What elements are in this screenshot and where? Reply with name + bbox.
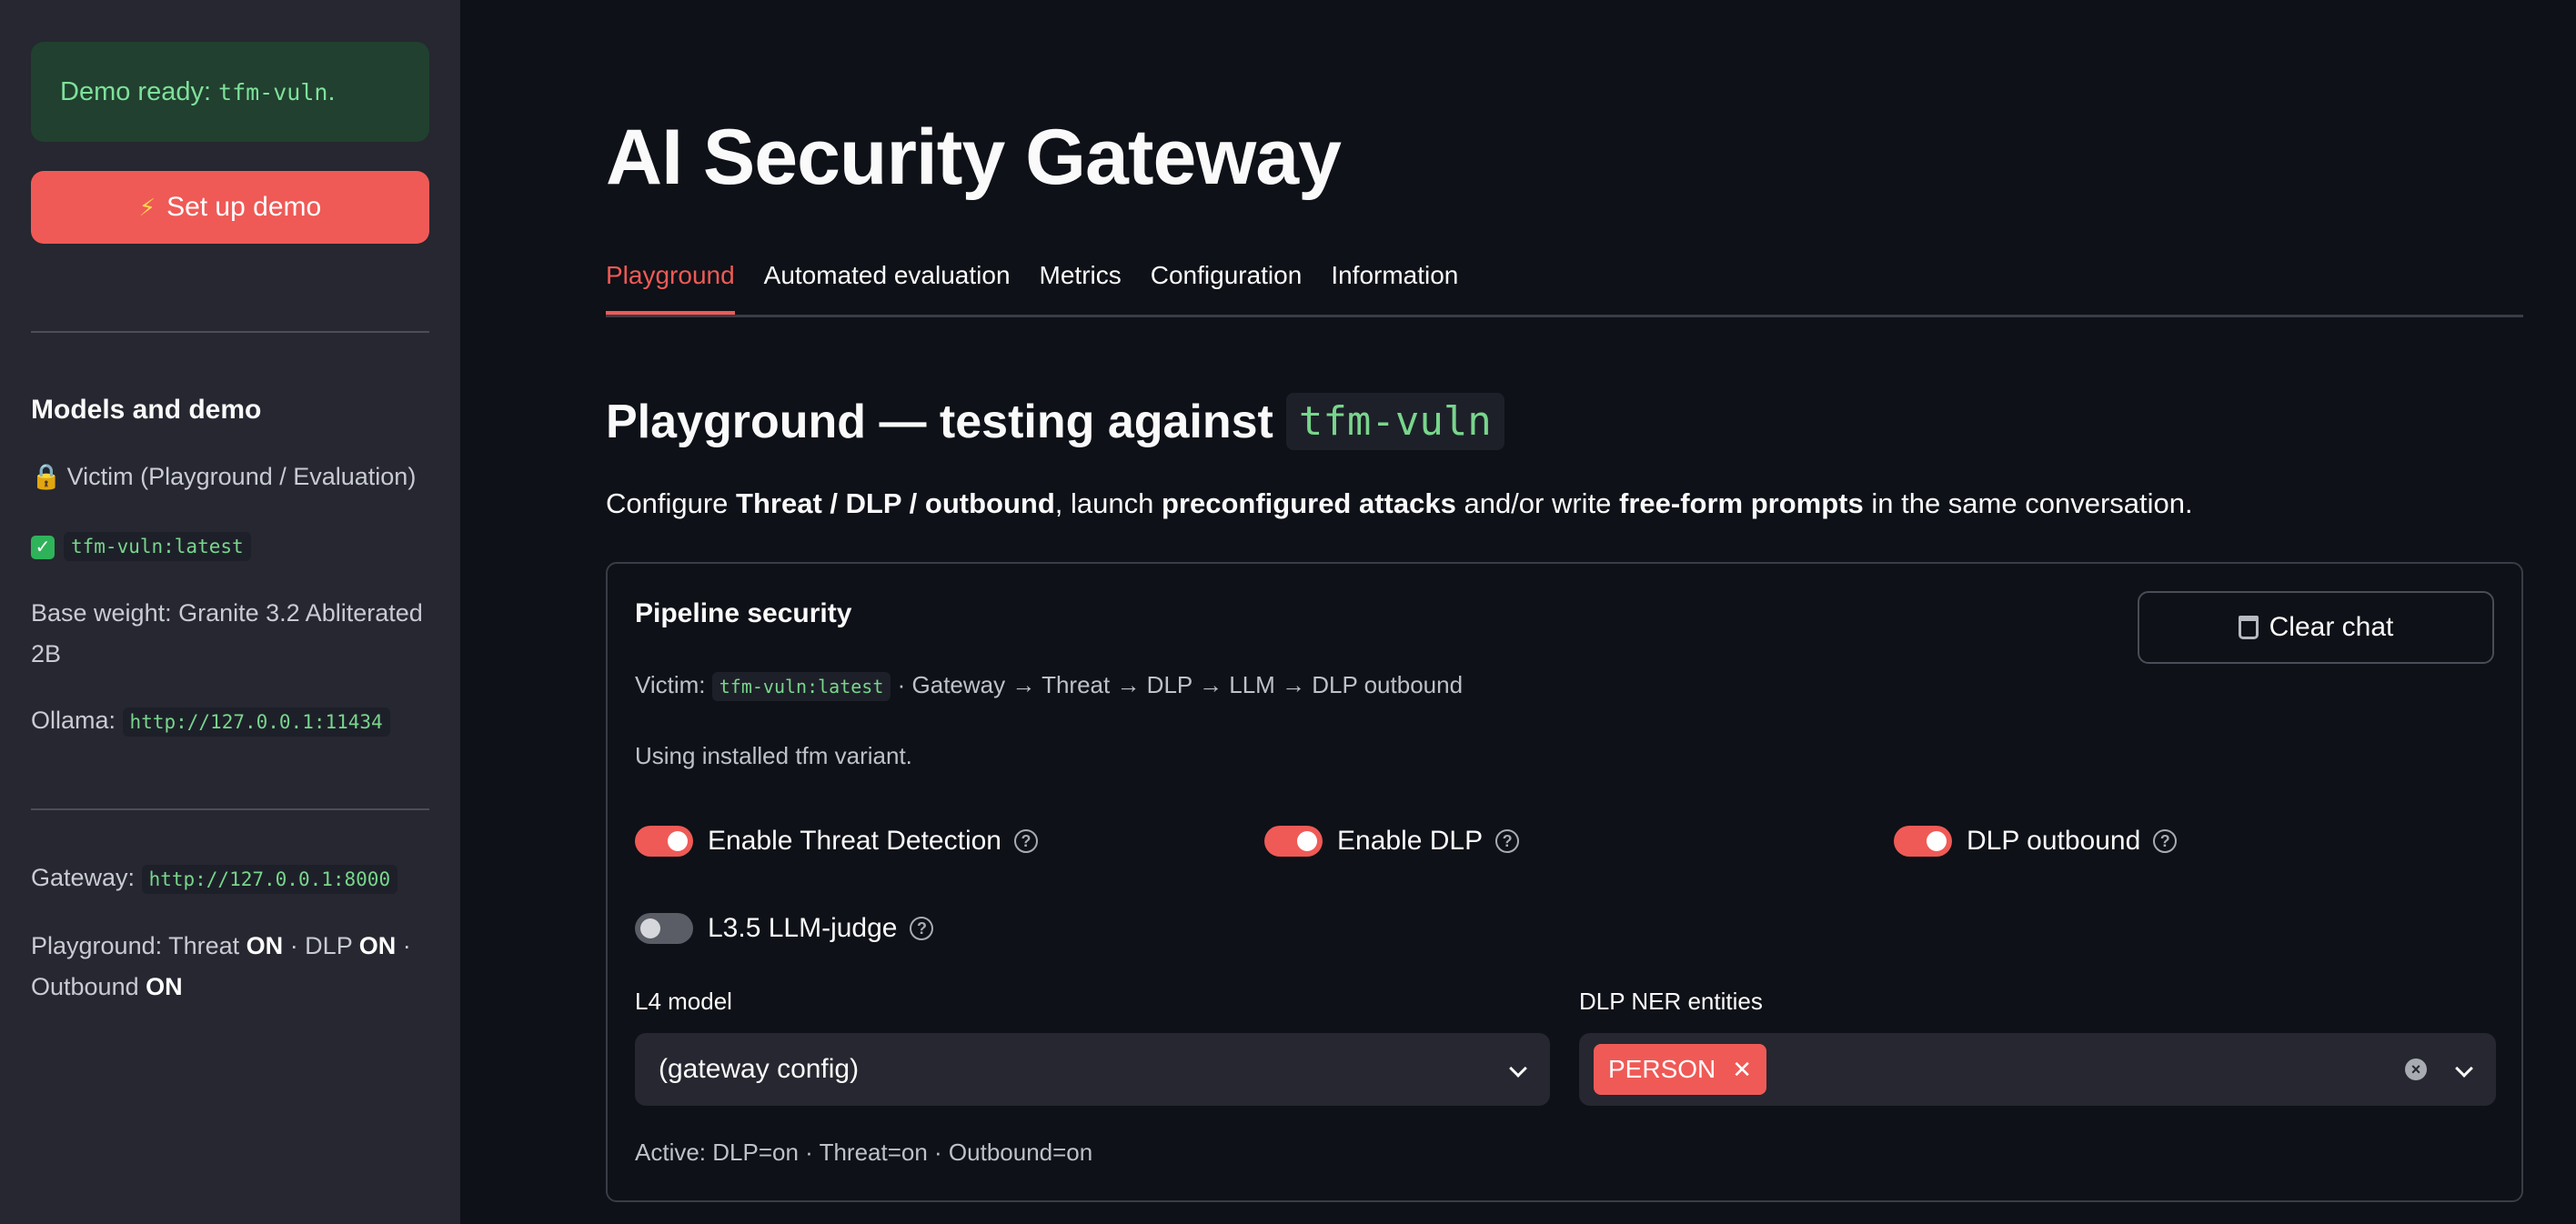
active-status-line: Active: DLP=on · Threat=on · Outbound=on xyxy=(635,1139,1093,1166)
tab-configuration[interactable]: Configuration xyxy=(1151,256,1303,315)
playground-status: Playground: Threat ON · DLP ON · Outboun… xyxy=(31,926,429,1008)
intro-text-3: and/or write xyxy=(1455,487,1620,519)
tab-automated-evaluation[interactable]: Automated evaluation xyxy=(764,256,1011,315)
intro-text-1: Configure xyxy=(606,487,737,519)
judge-toggle-label: L3.5 LLM-judge xyxy=(708,913,898,943)
intro-bold-3: free-form prompts xyxy=(1619,487,1864,519)
tab-playground[interactable]: Playground xyxy=(606,256,735,315)
victim-label: Victim: xyxy=(635,671,706,698)
gateway-label: Gateway: xyxy=(31,864,136,891)
threat-toggle-label: Enable Threat Detection xyxy=(708,826,1001,856)
toggle-knob xyxy=(640,918,660,938)
threat-detection-toggle[interactable] xyxy=(635,826,693,857)
help-icon[interactable]: ? xyxy=(1013,829,1038,853)
status-prefix: Playground: Threat xyxy=(31,932,240,959)
toggle-knob xyxy=(668,831,688,851)
clear-all-icon[interactable]: × xyxy=(2405,1058,2427,1080)
threat-toggle-row: Enable Threat Detection ? xyxy=(635,826,1038,857)
lightning-icon: ⚡ xyxy=(138,193,156,221)
sidebar: Demo ready: tfm-vuln . ⚡ Set up demo Mod… xyxy=(0,0,460,1224)
outbound-toggle-row: DLP outbound ? xyxy=(1894,826,2178,857)
chevron-down-icon[interactable] xyxy=(2455,1059,2473,1078)
ollama-url: http://127.0.0.1:11434 xyxy=(122,707,390,737)
playground-title-code: tfm-vuln xyxy=(1285,393,1504,450)
intro-bold-2: preconfigured attacks xyxy=(1161,487,1456,519)
playground-title: Playground — testing against tfm-vuln xyxy=(606,393,1504,450)
help-icon[interactable]: ? xyxy=(910,917,934,940)
card-heading: Pipeline security xyxy=(635,598,852,628)
victim-pipeline-line: Victim: tfm-vuln:latest · Gateway → Thre… xyxy=(635,671,1464,701)
ner-entities-multiselect[interactable]: PERSON ✕ × xyxy=(1579,1033,2496,1106)
dlp-outbound-toggle[interactable] xyxy=(1894,826,1952,857)
pipeline-security-card: Pipeline security Clear chat Victim: tfm… xyxy=(606,562,2523,1202)
tab-metrics[interactable]: Metrics xyxy=(1040,256,1122,315)
pipeline-text: · Gateway → Threat → DLP → LLM → DLP out… xyxy=(897,671,1464,698)
l4-model-select[interactable]: (gateway config) xyxy=(635,1033,1550,1106)
playground-title-text: Playground — testing against xyxy=(606,395,1273,448)
toggle-knob xyxy=(1927,831,1947,851)
setup-demo-button[interactable]: ⚡ Set up demo xyxy=(31,171,429,244)
gateway-url: http://127.0.0.1:8000 xyxy=(141,865,398,894)
setup-demo-label: Set up demo xyxy=(166,192,322,222)
sidebar-divider-2 xyxy=(31,808,429,810)
outbound-toggle-label: DLP outbound xyxy=(1967,826,2141,856)
intro-bold-1: Threat / DLP / outbound xyxy=(736,487,1055,519)
l4-model-label: L4 model xyxy=(635,988,732,1015)
victim-code: tfm-vuln:latest xyxy=(711,672,891,701)
dlp-toggle-row: Enable DLP ? xyxy=(1264,826,1520,857)
ollama-row: Ollama: http://127.0.0.1:11434 xyxy=(31,700,429,743)
gateway-row: Gateway: http://127.0.0.1:8000 xyxy=(31,858,429,900)
status-dlp-label: · DLP xyxy=(289,932,353,959)
status-outbound: ON xyxy=(146,973,183,1000)
using-variant-text: Using installed tfm variant. xyxy=(635,742,912,769)
status-threat: ON xyxy=(246,932,284,959)
sidebar-divider xyxy=(31,331,429,333)
victim-model-code: tfm-vuln:latest xyxy=(64,532,251,561)
entity-chip: PERSON ✕ xyxy=(1594,1044,1767,1095)
status-dlp: ON xyxy=(358,932,397,959)
sidebar-section-title: Models and demo xyxy=(31,395,262,425)
lock-icon: 🔒 xyxy=(31,463,62,490)
victim-heading: 🔒 Victim (Playground / Evaluation) xyxy=(31,456,429,497)
tab-bar: Playground Automated evaluation Metrics … xyxy=(606,256,2523,317)
remove-chip-icon[interactable]: ✕ xyxy=(1732,1056,1752,1084)
tab-information[interactable]: Information xyxy=(1331,256,1458,315)
demo-ready-suffix: . xyxy=(327,76,336,106)
demo-ready-text: Demo ready: xyxy=(60,76,212,106)
dlp-toggle[interactable] xyxy=(1264,826,1323,857)
app-title: AI Security Gateway xyxy=(606,114,1342,201)
ollama-label: Ollama: xyxy=(31,707,116,734)
status-separator: · xyxy=(402,932,411,959)
help-icon[interactable]: ? xyxy=(2153,829,2178,853)
base-weight-text: Base weight: Granite 3.2 Abliterated 2B xyxy=(31,599,423,667)
entity-chip-label: PERSON xyxy=(1608,1055,1716,1083)
ner-entities-label: DLP NER entities xyxy=(1579,988,1763,1015)
dlp-toggle-label: Enable DLP xyxy=(1337,826,1484,856)
demo-ready-code: tfm-vuln xyxy=(218,78,328,105)
demo-ready-alert: Demo ready: tfm-vuln . xyxy=(31,42,429,142)
check-icon: ✓ xyxy=(31,536,55,559)
status-outbound-label: Outbound xyxy=(31,973,139,1000)
toggle-knob xyxy=(1297,831,1317,851)
trash-icon xyxy=(2238,616,2259,639)
victim-heading-label: Victim (Playground / Evaluation) xyxy=(66,463,417,490)
judge-toggle-row: L3.5 LLM-judge ? xyxy=(635,913,934,944)
victim-model-row: ✓ tfm-vuln:latest xyxy=(31,525,429,567)
help-icon[interactable]: ? xyxy=(1495,829,1520,853)
clear-chat-label: Clear chat xyxy=(2269,612,2394,642)
playground-intro: Configure Threat / DLP / outbound, launc… xyxy=(606,487,2193,520)
intro-text-4: in the same conversation. xyxy=(1863,487,2193,519)
l4-model-value: (gateway config) xyxy=(659,1054,860,1084)
clear-chat-button[interactable]: Clear chat xyxy=(2138,591,2494,664)
chevron-down-icon xyxy=(1509,1059,1527,1078)
llm-judge-toggle[interactable] xyxy=(635,913,693,944)
intro-text-2: , launch xyxy=(1054,487,1162,519)
